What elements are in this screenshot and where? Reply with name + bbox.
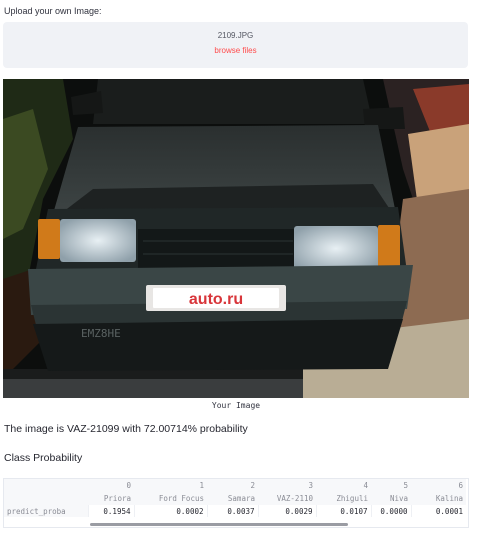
probability-cell: 0.0001 [410,505,466,517]
plate-text: auto.ru [189,291,243,308]
probability-cell: 0.0002 [133,505,207,517]
column-index: 3 [258,479,316,492]
probability-table[interactable]: 0 1 2 3 4 5 6 Priora Ford Focus Samara V… [3,478,469,528]
column-index: 4 [316,479,371,492]
column-index: 2 [207,479,258,492]
class-probability-heading: Class Probability [4,452,83,464]
class-name-header: VAZ-2110 [258,492,316,505]
class-name-header: Zhiguli [316,492,371,505]
class-name-header: Ford Focus [134,492,207,505]
column-index-row: 0 1 2 3 4 5 6 [4,479,466,492]
car-photo-illustration: auto.ru EMZ8HE [3,79,469,398]
column-index: 0 [88,479,134,492]
column-index: 1 [134,479,207,492]
uploaded-car-image: auto.ru EMZ8HE [3,79,469,398]
probability-cell: 0.0000 [370,505,411,517]
image-caption: Your Image [211,401,261,410]
index-corner [4,479,88,492]
class-name-header: Niva [371,492,411,505]
plate-reflection: EMZ8HE [81,327,121,340]
class-name-header: Samara [207,492,258,505]
row-label: predict_proba [4,505,88,517]
browse-files-button[interactable]: browse files [214,46,256,55]
class-name-header: Priora [88,492,134,505]
prediction-result: The image is VAZ-21099 with 72.00714% pr… [4,423,248,435]
probability-cell: 0.0037 [206,505,258,517]
class-name-row: Priora Ford Focus Samara VAZ-2110 Zhigul… [4,492,466,505]
column-index: 5 [371,479,411,492]
column-index: 6 [411,479,466,492]
index-corner [4,492,88,505]
table-row: predict_proba 0.1954 0.0002 0.0037 0.002… [4,505,466,517]
probability-cell: 0.1954 [87,505,134,517]
table-horizontal-scrollbar[interactable] [90,523,348,526]
file-dropzone[interactable]: 2109.JPG browse files [3,22,468,68]
probability-cell: 0.0107 [315,505,371,517]
upload-label: Upload your own Image: [4,6,102,16]
probability-cell: 0.0029 [257,505,316,517]
class-name-header: Kalina [411,492,466,505]
uploaded-filename: 2109.JPG [217,31,254,40]
